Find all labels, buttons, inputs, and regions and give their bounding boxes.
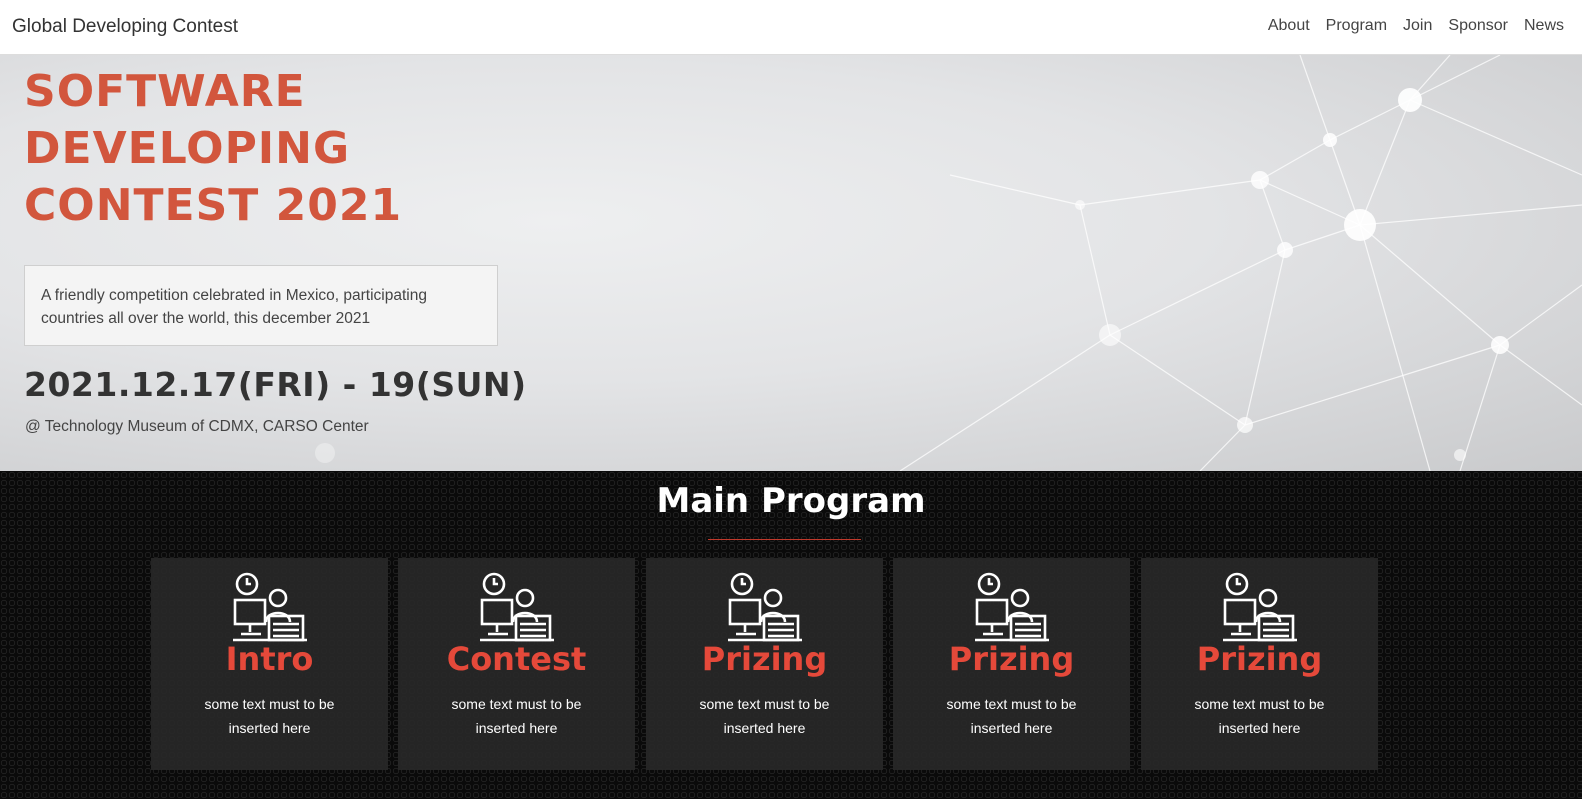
- developer-at-desk-icon: [480, 572, 554, 642]
- card-title: Prizing: [1196, 640, 1323, 678]
- card-text: some text must to be inserted here: [204, 696, 335, 736]
- nav-link-program[interactable]: Program: [1326, 17, 1387, 35]
- nav-link-join[interactable]: Join: [1403, 17, 1432, 35]
- program-card-prizing[interactable]: Prizing some text must to be inserted he…: [646, 558, 883, 770]
- nav-link-sponsor[interactable]: Sponsor: [1448, 17, 1508, 35]
- main-program-section: Main Program Intro some text must to be …: [0, 471, 1582, 799]
- hero-title-line: CONTEST 2021: [24, 180, 403, 231]
- hero-section: SOFTWARE DEVELOPING CONTEST 2021 A frien…: [0, 55, 1582, 471]
- card-text: some text must to be inserted here: [946, 696, 1077, 736]
- program-card-prizing[interactable]: Prizing some text must to be inserted he…: [1141, 558, 1378, 770]
- card-title: Intro: [225, 640, 314, 678]
- card-text: some text must to be inserted here: [451, 696, 582, 736]
- hero-title: SOFTWARE DEVELOPING CONTEST 2021: [24, 63, 402, 234]
- brand-logo-text[interactable]: Global Developing Contest: [12, 16, 238, 38]
- card-text: some text must to be inserted here: [1194, 696, 1325, 736]
- program-card-prizing[interactable]: Prizing some text must to be inserted he…: [893, 558, 1130, 770]
- top-navbar: Global Developing Contest About Program …: [0, 0, 1582, 55]
- developer-at-desk-icon: [1223, 572, 1297, 642]
- section-title: Main Program: [656, 481, 926, 521]
- event-date: 2021.12.17(FRI) - 19(SUN): [24, 365, 527, 404]
- nav-link-news[interactable]: News: [1524, 17, 1564, 35]
- program-card-intro[interactable]: Intro some text must to be inserted here: [151, 558, 388, 770]
- developer-at-desk-icon: [975, 572, 1049, 642]
- card-title: Contest: [446, 640, 587, 678]
- card-title: Prizing: [701, 640, 828, 678]
- event-venue: @ Technology Museum of CDMX, CARSO Cente…: [25, 418, 369, 435]
- program-card-contest[interactable]: Contest some text must to be inserted he…: [398, 558, 635, 770]
- developer-at-desk-icon: [233, 572, 307, 642]
- card-text: some text must to be inserted here: [699, 696, 830, 736]
- hero-description-box: A friendly competition celebrated in Mex…: [24, 265, 498, 346]
- developer-at-desk-icon: [728, 572, 802, 642]
- hero-title-line: DEVELOPING: [24, 123, 351, 174]
- card-title: Prizing: [948, 640, 1075, 678]
- hero-title-line: SOFTWARE: [24, 66, 306, 117]
- nav-link-about[interactable]: About: [1268, 17, 1310, 35]
- title-divider: [708, 539, 861, 540]
- nav-links: About Program Join Sponsor News: [1268, 17, 1564, 35]
